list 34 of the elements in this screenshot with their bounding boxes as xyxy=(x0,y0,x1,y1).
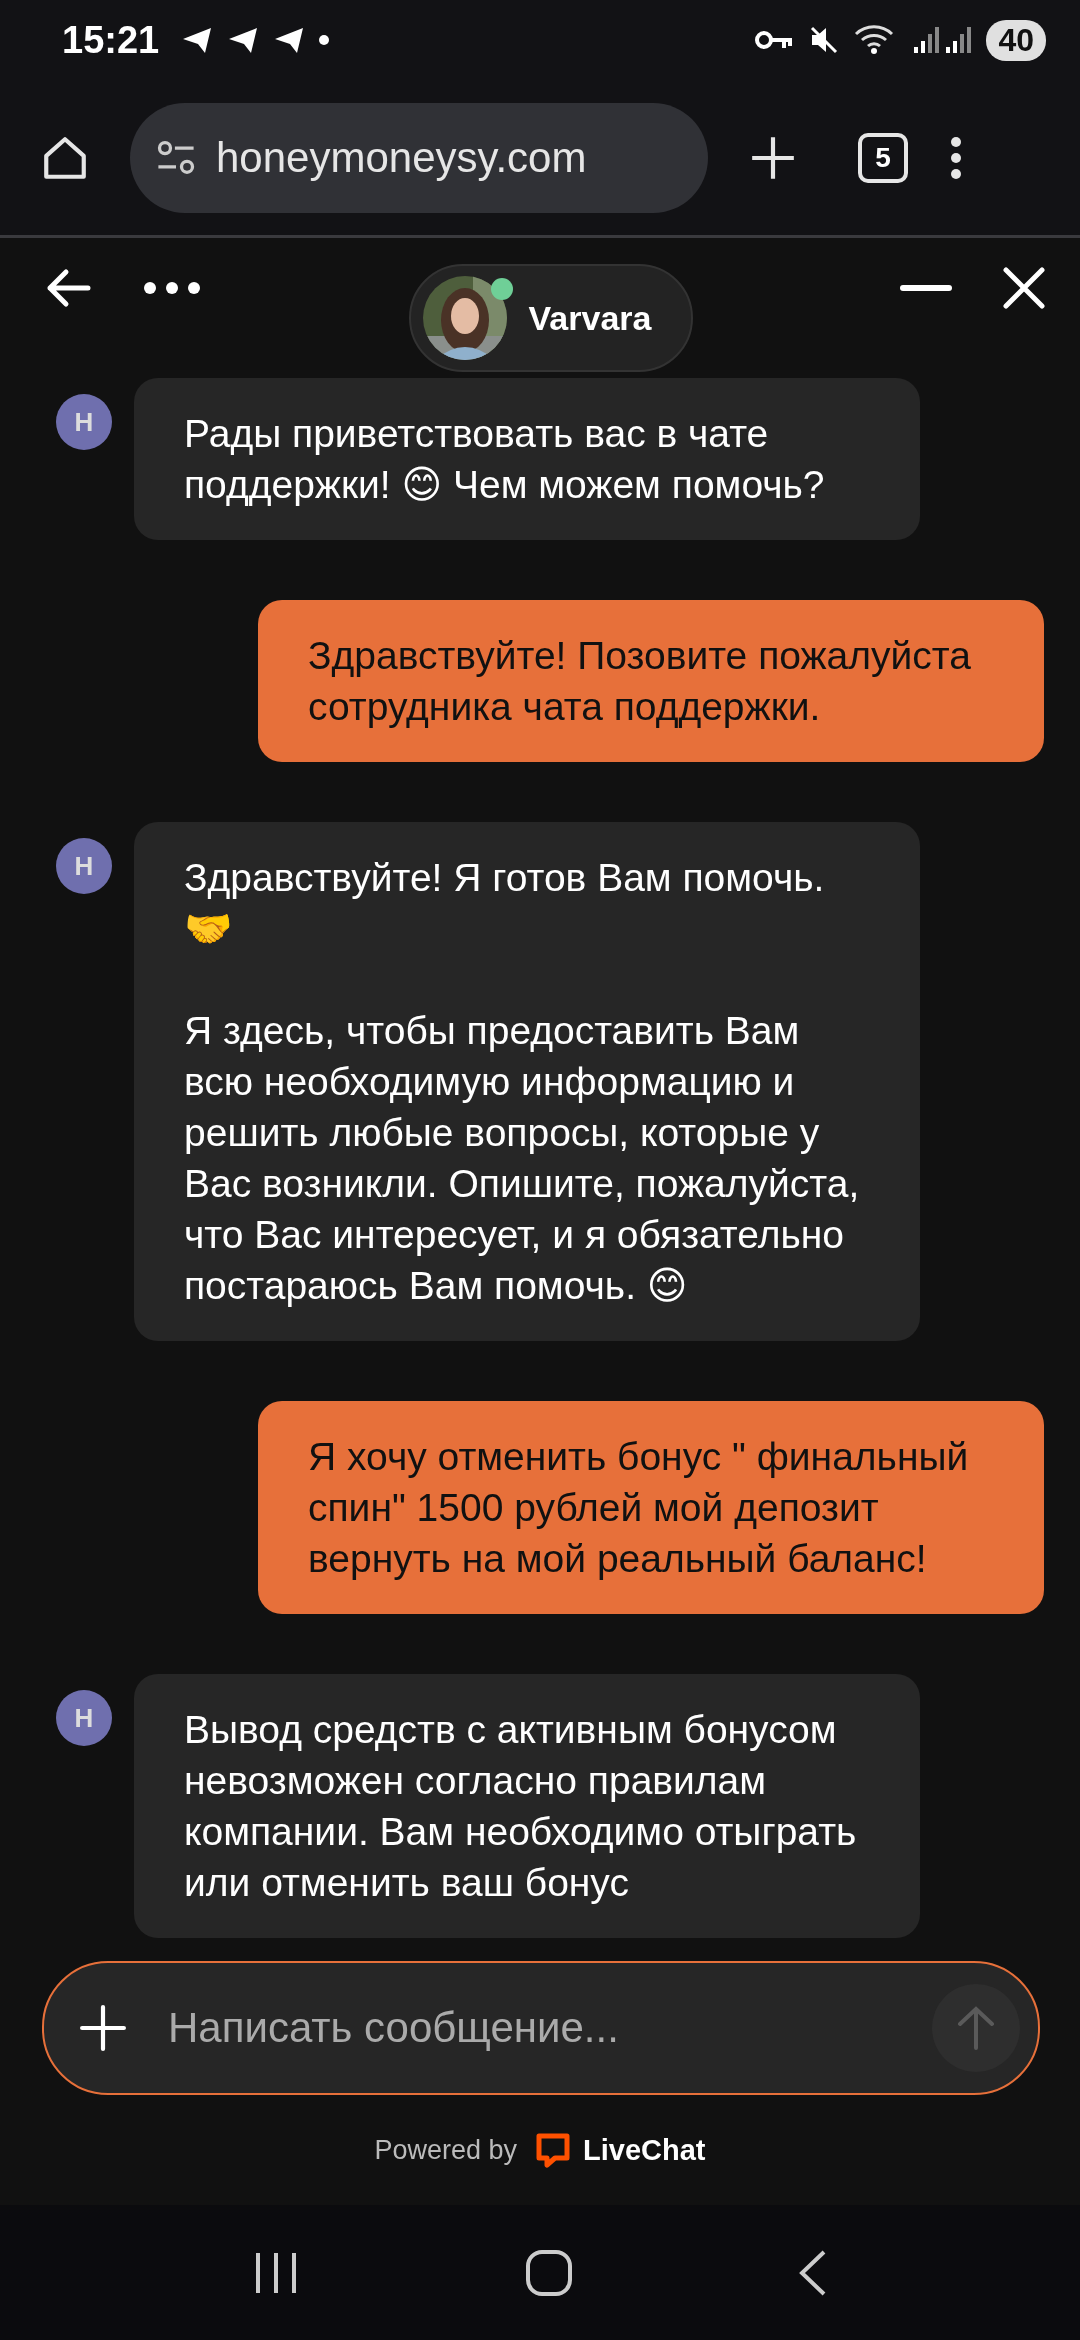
message-field[interactable]: Написать сообщение... xyxy=(42,1961,1040,2095)
agent-avatar: H xyxy=(56,394,112,450)
key-icon xyxy=(754,28,795,52)
brand-link[interactable]: LiveChat xyxy=(583,2133,706,2167)
message-text: Я хочу отменить бонус " финальный спин" 1500 рублей мой депозит вернуть на мой реальный баланс! xyxy=(308,1434,970,1582)
message-text: Я здесь, чтобы предоставить Вам всю необходимую информацию и решить любые вопросы, которые у Вас возникли. Опишите, пожалуйста, что Вас интересует, и я обязательно постараюсь Вам помочь. 😊 xyxy=(184,1008,861,1309)
message-text: Здравствуйте! Я готов Вам помочь. 🤝 xyxy=(184,855,826,952)
paper-plane-icon xyxy=(181,25,214,55)
message-input[interactable]: Написать сообщение... xyxy=(166,2003,892,2053)
minimize-icon[interactable] xyxy=(900,283,952,293)
paper-plane-icon xyxy=(273,25,306,55)
close-icon[interactable] xyxy=(1002,266,1046,310)
agent-avatar: H xyxy=(56,1690,112,1746)
address-bar[interactable]: honeymoneysy.com xyxy=(130,102,708,213)
agent-name: Varvara xyxy=(528,298,652,338)
agent-pill[interactable]: Varvara xyxy=(408,264,694,372)
powered-by-text: Powered by xyxy=(374,2134,518,2166)
back-icon[interactable] xyxy=(797,2248,828,2297)
attach-plus-icon[interactable] xyxy=(80,2005,126,2051)
dot-icon xyxy=(319,35,330,45)
message-text: Здравствуйте! Позовите пожалуйста сотрудника чата поддержки. xyxy=(308,633,972,730)
more-options-icon[interactable] xyxy=(142,280,202,296)
paper-plane-icon xyxy=(227,25,260,55)
agent-avatar: H xyxy=(56,838,112,894)
url-text: honeymoneysy.com xyxy=(216,133,587,182)
signal-icon xyxy=(912,25,973,55)
status-time: 15:21 xyxy=(62,18,160,62)
battery-level: 40 xyxy=(986,19,1046,61)
up-arrow-icon xyxy=(956,2006,996,2050)
tab-count-button[interactable]: 5 xyxy=(858,132,908,183)
chat-logo-icon xyxy=(535,2132,572,2168)
message-text: Рады приветствовать вас в чате поддержки! 😊 Чем можем помочь? xyxy=(184,411,826,508)
home-button-icon[interactable] xyxy=(525,2248,573,2297)
message-text: Вывод средств с активным бонусом невозможен согласно правилам компании. Вам необходимо отыграть или отменить ваш бонус xyxy=(184,1707,858,1906)
